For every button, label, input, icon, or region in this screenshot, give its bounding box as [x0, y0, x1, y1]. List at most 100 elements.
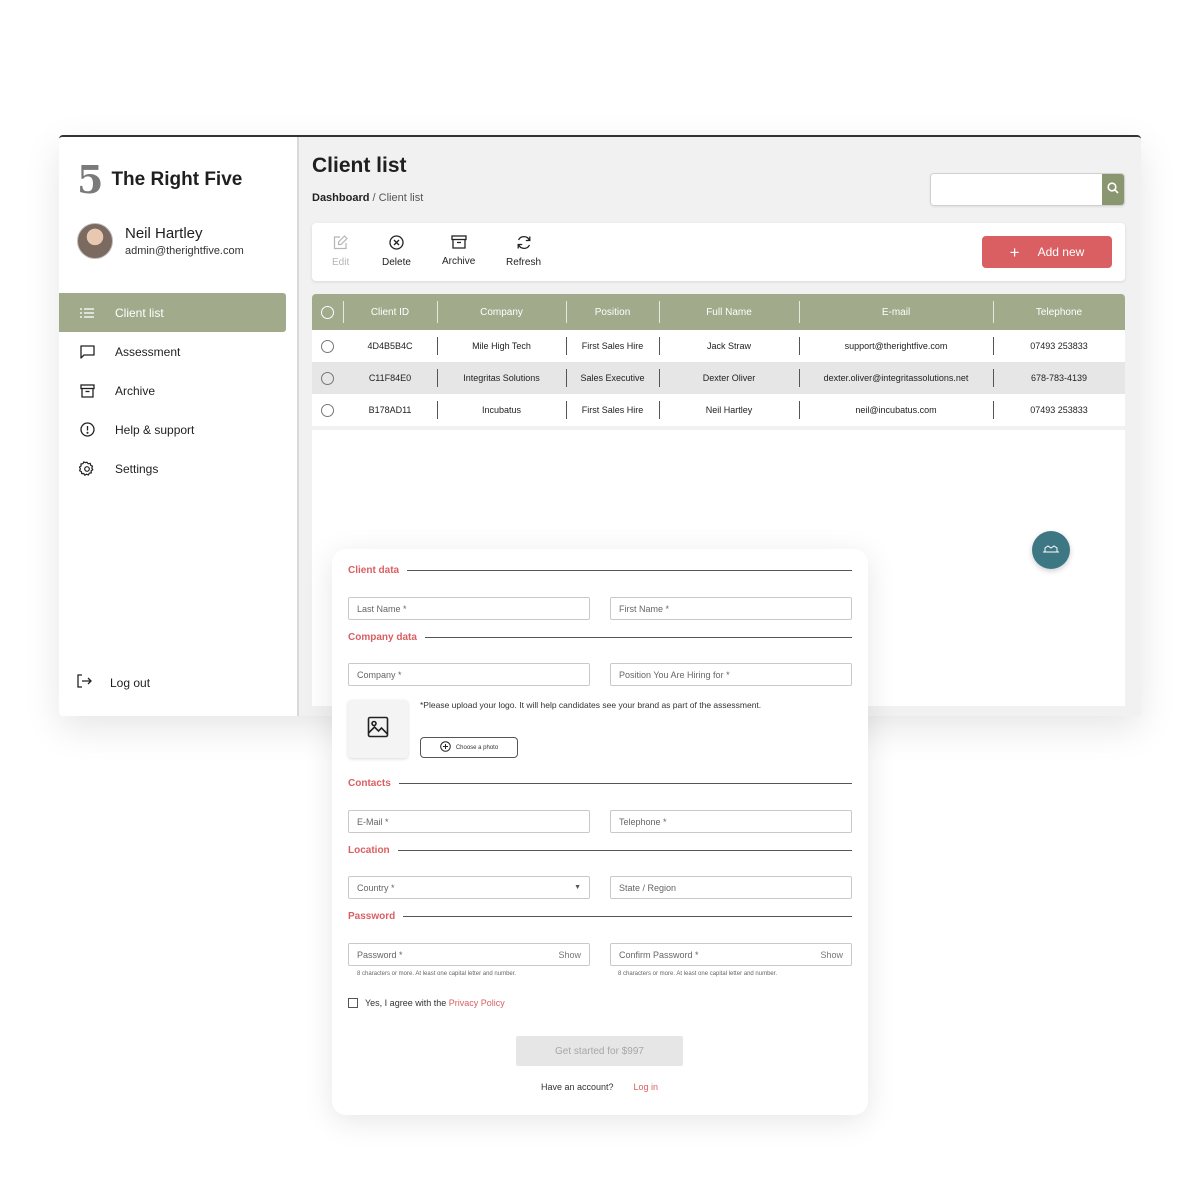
get-started-button[interactable]: Get started for $997	[516, 1036, 683, 1066]
delete-circle-x-icon	[389, 235, 404, 253]
row-select-radio[interactable]	[321, 339, 334, 353]
list-icon	[79, 305, 95, 321]
message-square-icon	[79, 344, 95, 360]
show-password-toggle[interactable]: Show	[558, 950, 581, 960]
column-header-company[interactable]: Company	[437, 294, 566, 330]
add-new-button[interactable]: + Add new	[982, 236, 1112, 268]
table-row[interactable]: C11F84E0 Integritas Solutions Sales Exec…	[312, 362, 1125, 394]
show-confirm-password-toggle[interactable]: Show	[820, 950, 843, 960]
password-field[interactable]: Password * Show	[348, 943, 590, 966]
plus-icon: +	[1009, 242, 1020, 262]
choose-photo-button[interactable]: Choose a photo	[420, 737, 518, 758]
table-cell: 07493 253833	[993, 394, 1125, 426]
confirm-password-field[interactable]: Confirm Password * Show	[610, 943, 852, 966]
field-placeholder: Telephone *	[619, 816, 667, 827]
field-placeholder: First Name *	[619, 603, 670, 614]
choose-photo-label: Choose a photo	[455, 744, 499, 751]
sidebar-item-archive[interactable]: Archive	[59, 371, 286, 410]
table-cell: dexter.oliver@integritassolutions.net	[799, 362, 993, 394]
have-account-text: Have an account?	[540, 1082, 614, 1092]
field-placeholder: E-Mail *	[357, 816, 389, 827]
agree-label: Yes, I agree with the	[365, 998, 449, 1008]
field-placeholder: Confirm Password *	[619, 949, 699, 960]
state-region-field[interactable]: State / Region	[610, 876, 852, 899]
breadcrumb-dashboard[interactable]: Dashboard	[312, 192, 369, 204]
alert-circle-icon	[79, 422, 95, 438]
edit-button[interactable]: Edit	[332, 235, 349, 268]
table-cell: Neil Hartley	[659, 394, 799, 426]
sidebar-item-label: Settings	[115, 461, 159, 476]
table-cell: Dexter Oliver	[659, 362, 799, 394]
section-divider	[397, 850, 852, 851]
select-all-radio[interactable]	[321, 305, 334, 319]
row-select-radio[interactable]	[321, 371, 334, 385]
edit-label: Edit	[332, 257, 350, 268]
login-link[interactable]: Log in	[634, 1082, 659, 1092]
column-header-full-name[interactable]: Full Name	[659, 294, 799, 330]
logo-upload-box[interactable]	[348, 700, 408, 758]
table-row[interactable]: B178AD11 Incubatus First Sales Hire Neil…	[312, 394, 1125, 426]
chat-widget-button[interactable]	[1032, 531, 1070, 569]
table-row[interactable]: 4D4B5B4C Mile High Tech First Sales Hire…	[312, 330, 1125, 362]
table-cell: Mile High Tech	[437, 330, 566, 362]
row-select-radio[interactable]	[321, 403, 334, 417]
table-cell: B178AD11	[368, 405, 412, 415]
telephone-field[interactable]: Telephone *	[610, 810, 852, 833]
section-divider	[424, 637, 852, 638]
column-header-email[interactable]: E-mail	[799, 294, 993, 330]
delete-label: Delete	[382, 257, 411, 268]
logout-label: Log out	[110, 675, 151, 690]
plus-circle-icon	[440, 741, 451, 754]
email-field[interactable]: E-Mail *	[348, 810, 590, 833]
delete-button[interactable]: Delete	[382, 235, 411, 268]
refresh-label: Refresh	[506, 257, 542, 268]
field-placeholder: Country *	[357, 882, 395, 893]
page-title: Client list	[312, 154, 407, 177]
table-header: Client ID Company Position Full Name E-m…	[312, 294, 1125, 330]
table-cell: 4D4B5B4C	[367, 341, 413, 351]
archive-label: Archive	[442, 256, 476, 267]
brand-logo: 5	[77, 157, 103, 202]
field-placeholder: Last Name *	[357, 603, 407, 614]
agree-checkbox[interactable]	[348, 998, 358, 1008]
column-header-telephone[interactable]: Telephone	[993, 294, 1125, 330]
field-placeholder: Password *	[357, 949, 403, 960]
add-new-label: Add new	[1037, 245, 1085, 259]
row-select-cell	[312, 394, 343, 426]
section-divider	[407, 570, 852, 571]
sidebar-item-assessment[interactable]: Assessment	[59, 332, 286, 371]
row-select-cell	[312, 362, 343, 394]
section-company-data: Company data	[348, 632, 852, 643]
user-profile[interactable]: Neil Hartley admin@therightfive.com	[77, 223, 244, 259]
user-name: Neil Hartley	[125, 225, 203, 242]
search-input[interactable]	[931, 174, 1102, 205]
sidebar-nav: Client list Assessment Archive Help & su…	[59, 293, 286, 488]
section-contacts: Contacts	[348, 778, 852, 789]
archive-button[interactable]: Archive	[442, 235, 475, 267]
sidebar-item-help[interactable]: Help & support	[59, 410, 286, 449]
confirm-password-hint: 8 characters or more. At least one capit…	[618, 971, 778, 977]
sidebar-item-settings[interactable]: Settings	[59, 449, 286, 488]
refresh-button[interactable]: Refresh	[506, 235, 541, 268]
position-field[interactable]: Position You Are Hiring for *	[610, 663, 852, 686]
image-icon	[367, 716, 389, 743]
first-name-field[interactable]: First Name *	[610, 597, 852, 620]
table-cell: First Sales Hire	[566, 330, 659, 362]
breadcrumb: Dashboard / Client list	[312, 192, 423, 204]
brand[interactable]: 5 The Right Five	[77, 161, 242, 199]
table-cell: Incubatus	[437, 394, 566, 426]
table-cell: First Sales Hire	[566, 394, 659, 426]
search-icon	[1107, 181, 1119, 199]
last-name-field[interactable]: Last Name *	[348, 597, 590, 620]
company-field[interactable]: Company *	[348, 663, 590, 686]
avatar	[77, 223, 113, 259]
column-header-position[interactable]: Position	[566, 294, 659, 330]
privacy-policy-link[interactable]: Privacy Policy	[449, 998, 505, 1008]
search-button[interactable]	[1102, 174, 1124, 205]
country-select[interactable]: Country * ▼	[348, 876, 590, 899]
table-cell: support@therightfive.com	[799, 330, 993, 362]
column-header-client-id[interactable]: Client ID	[343, 294, 437, 330]
logout-button[interactable]: Log out	[77, 674, 150, 691]
privacy-agreement: Yes, I agree with the Privacy Policy	[348, 998, 505, 1008]
sidebar-item-client-list[interactable]: Client list	[59, 293, 286, 332]
